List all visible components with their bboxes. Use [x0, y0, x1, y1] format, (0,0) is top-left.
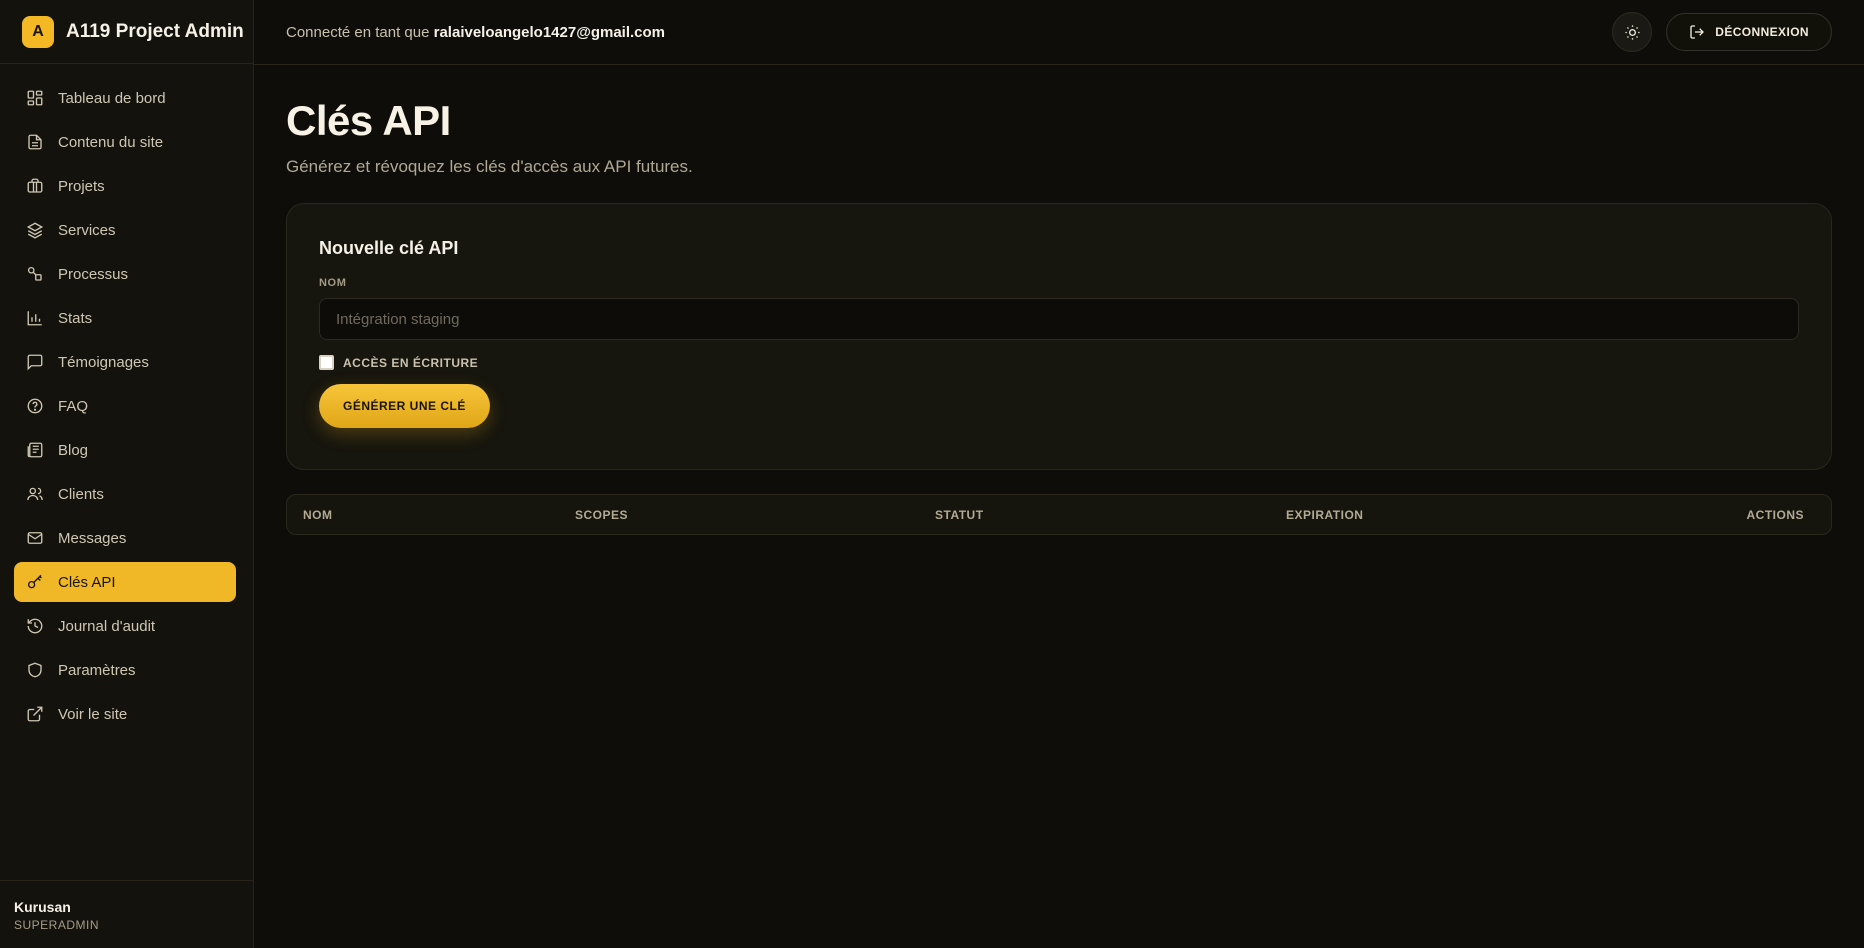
top-actions: DÉCONNEXION — [1612, 12, 1832, 52]
name-input[interactable] — [319, 298, 1799, 340]
brand-logo: A — [22, 15, 54, 48]
sidebar-item-stats[interactable]: Stats — [14, 298, 236, 338]
briefcase-icon — [27, 178, 43, 193]
sidebar-item-audit-log[interactable]: Journal d'audit — [14, 606, 236, 646]
write-access-label: ACCÈS EN ÉCRITURE — [343, 355, 479, 370]
history-icon — [27, 618, 43, 634]
user-name: Kurusan — [14, 899, 71, 915]
sidebar-item-process[interactable]: Processus — [14, 254, 236, 294]
dashboard-icon — [27, 90, 43, 106]
sidebar-item-settings[interactable]: Paramètres — [14, 650, 236, 690]
column-header-name: NOM — [303, 508, 333, 522]
column-header-status: STATUT — [935, 508, 984, 522]
sidebar-item-label: Clients — [58, 485, 104, 503]
connected-prefix: Connecté en tant que — [286, 23, 430, 41]
sidebar-item-api-keys[interactable]: Clés API — [14, 562, 236, 602]
sidebar-item-label: Journal d'audit — [58, 617, 156, 635]
sidebar-item-label: Clés API — [58, 573, 116, 591]
sidebar: A A119 Project Admin Tableau de bord Con… — [0, 0, 254, 948]
sidebar-item-label: Processus — [58, 265, 129, 283]
logout-label: DÉCONNEXION — [1715, 25, 1809, 39]
sidebar-item-label: Voir le site — [58, 705, 128, 723]
card-title: Nouvelle clé API — [319, 238, 459, 258]
sidebar-nav: Tableau de bord Contenu du site Projets … — [0, 64, 253, 734]
sidebar-item-faq[interactable]: FAQ — [14, 386, 236, 426]
generate-key-button[interactable]: GÉNÉRER UNE CLÉ — [319, 384, 490, 428]
column-header-actions: ACTIONS — [1746, 508, 1804, 522]
sun-icon — [1625, 24, 1640, 40]
log-out-icon — [1690, 25, 1705, 39]
connected-as: Connecté en tant que ralaiveloangelo1427… — [286, 24, 665, 41]
column-header-scopes: SCOPES — [575, 508, 629, 522]
sidebar-item-site-content[interactable]: Contenu du site — [14, 122, 236, 162]
topbar: Connecté en tant que ralaiveloangelo1427… — [254, 0, 1864, 65]
sidebar-item-services[interactable]: Services — [14, 210, 236, 250]
user-role: SUPERADMIN — [14, 918, 100, 932]
sidebar-item-label: Services — [58, 221, 116, 239]
help-circle-icon — [27, 398, 43, 414]
external-link-icon — [27, 706, 43, 722]
column-header-expiration: EXPIRATION — [1286, 508, 1364, 522]
sidebar-item-label: Paramètres — [58, 661, 136, 679]
brand-title: A119 Project Admin — [66, 20, 244, 42]
sidebar-item-projects[interactable]: Projets — [14, 166, 236, 206]
sidebar-item-label: Projets — [58, 177, 105, 195]
sidebar-item-label: Témoignages — [58, 353, 149, 371]
main-content: Clés API Générez et révoquez les clés d'… — [286, 65, 1832, 535]
sidebar-item-testimonials[interactable]: Témoignages — [14, 342, 236, 382]
newspaper-icon — [27, 442, 43, 458]
sidebar-item-label: Messages — [58, 529, 127, 547]
mail-icon — [27, 532, 43, 544]
theme-toggle-button[interactable] — [1612, 12, 1653, 52]
sidebar-item-dashboard[interactable]: Tableau de bord — [14, 78, 236, 118]
logout-button[interactable]: DÉCONNEXION — [1666, 13, 1832, 51]
key-icon — [27, 574, 42, 589]
sidebar-item-blog[interactable]: Blog — [14, 430, 236, 470]
user-email: ralaiveloangelo1427@gmail.com — [433, 23, 666, 41]
page-title: Clés API — [286, 97, 451, 144]
sidebar-item-label: Tableau de bord — [58, 89, 166, 107]
users-icon — [27, 487, 43, 501]
api-keys-table-header: NOM SCOPES STATUT EXPIRATION ACTIONS — [286, 494, 1832, 535]
sidebar-user: Kurusan SUPERADMIN — [0, 880, 253, 948]
name-field-label: NOM — [319, 277, 347, 289]
workflow-icon — [27, 266, 42, 281]
sidebar-item-label: Blog — [58, 441, 89, 459]
write-access-checkbox[interactable] — [319, 355, 334, 370]
write-access-row: ACCÈS EN ÉCRITURE — [319, 355, 1799, 370]
brand[interactable]: A A119 Project Admin — [0, 0, 253, 64]
new-api-key-card: Nouvelle clé API NOM ACCÈS EN ÉCRITURE G… — [286, 203, 1832, 470]
sidebar-item-label: Contenu du site — [58, 133, 164, 151]
document-icon — [28, 134, 42, 150]
shield-icon — [28, 662, 42, 678]
message-square-icon — [27, 354, 43, 371]
sidebar-item-label: Stats — [58, 309, 93, 327]
layers-icon — [26, 222, 44, 239]
sidebar-item-messages[interactable]: Messages — [14, 518, 236, 558]
page-subtitle: Générez et révoquez les clés d'accès aux… — [286, 157, 693, 176]
bar-chart-icon — [27, 311, 42, 326]
sidebar-item-view-site[interactable]: Voir le site — [14, 694, 236, 734]
sidebar-item-label: FAQ — [58, 397, 89, 415]
sidebar-item-clients[interactable]: Clients — [14, 474, 236, 514]
